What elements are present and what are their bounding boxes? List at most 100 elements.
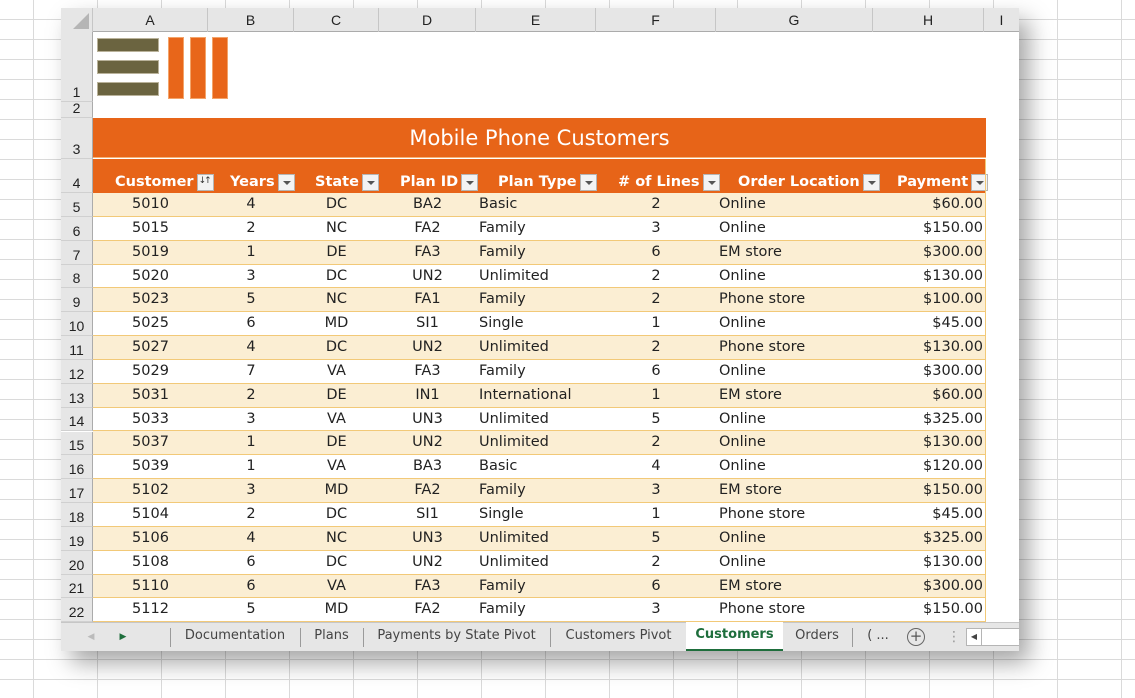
cell-years[interactable]: 1 — [208, 431, 294, 454]
cell-state[interactable]: VA — [294, 360, 379, 383]
row-header-15[interactable]: 15 — [61, 431, 93, 456]
cell-lines[interactable]: 2 — [596, 288, 716, 311]
cell-payment[interactable]: $150.00 — [873, 217, 983, 240]
cell-order-location[interactable]: Online — [719, 193, 869, 216]
cell-order-location[interactable]: Online — [719, 312, 869, 335]
cell-plan-type[interactable]: Unlimited — [479, 265, 599, 288]
horizontal-scrollbar[interactable]: ◀ — [966, 628, 1019, 646]
row-header-20[interactable]: 20 — [61, 550, 93, 575]
cell-state[interactable]: MD — [294, 479, 379, 502]
cell-plan-type[interactable]: Single — [479, 312, 599, 335]
select-all-corner[interactable] — [61, 8, 93, 32]
scroll-left-arrow-icon[interactable]: ◀ — [967, 629, 982, 645]
cell-years[interactable]: 6 — [208, 575, 294, 598]
add-sheet-button[interactable]: + — [907, 628, 925, 646]
cell-payment[interactable]: $130.00 — [873, 265, 983, 288]
column-header-i[interactable]: I — [984, 8, 1019, 32]
cell-customer[interactable]: 5027 — [93, 336, 208, 359]
cell-state[interactable]: NC — [294, 217, 379, 240]
cell-years[interactable]: 3 — [208, 479, 294, 502]
header-order-location[interactable]: Order Location — [738, 173, 880, 191]
cell-lines[interactable]: 6 — [596, 575, 716, 598]
cell-plan-id[interactable]: FA2 — [379, 479, 476, 502]
column-header-f[interactable]: F — [596, 8, 716, 32]
cell-plan-type[interactable]: Basic — [479, 193, 599, 216]
sort-ascending-icon[interactable] — [196, 173, 214, 191]
cell-payment[interactable]: $45.00 — [873, 312, 983, 335]
column-header-d[interactable]: D — [379, 8, 476, 32]
cell-state[interactable]: MD — [294, 598, 379, 621]
cell-payment[interactable]: $150.00 — [873, 479, 983, 502]
cell-lines[interactable]: 5 — [596, 408, 716, 431]
cell-plan-id[interactable]: UN3 — [379, 527, 476, 550]
filter-dropdown-icon[interactable] — [361, 173, 379, 191]
cell-plan-id[interactable]: FA3 — [379, 360, 476, 383]
row-header-5[interactable]: 5 — [61, 193, 93, 217]
cell-plan-type[interactable]: Family — [479, 217, 599, 240]
filter-dropdown-icon[interactable] — [461, 173, 479, 191]
cell-plan-type[interactable]: Family — [479, 575, 599, 598]
cell-years[interactable]: 4 — [208, 527, 294, 550]
cell-order-location[interactable]: Phone store — [719, 288, 869, 311]
row-header-3[interactable]: 3 — [61, 118, 93, 159]
cell-years[interactable]: 4 — [208, 193, 294, 216]
cell-order-location[interactable]: Online — [719, 527, 869, 550]
row-header-8[interactable]: 8 — [61, 264, 93, 289]
filter-dropdown-icon[interactable] — [702, 173, 720, 191]
header-plan-type[interactable]: Plan Type — [498, 173, 597, 191]
tab-split-handle-icon[interactable]: ⋮ — [947, 627, 961, 647]
cell-plan-id[interactable]: SI1 — [379, 503, 476, 526]
cell-plan-type[interactable]: Single — [479, 503, 599, 526]
cell-payment[interactable]: $60.00 — [873, 193, 983, 216]
header-years[interactable]: Years — [230, 173, 295, 191]
cell-years[interactable]: 7 — [208, 360, 294, 383]
row-header-14[interactable]: 14 — [61, 407, 93, 432]
cell-order-location[interactable]: EM store — [719, 479, 869, 502]
column-header-a[interactable]: A — [93, 8, 208, 32]
cell-state[interactable]: DE — [294, 431, 379, 454]
cell-plan-id[interactable]: BA3 — [379, 455, 476, 478]
cell-plan-type[interactable]: Unlimited — [479, 527, 599, 550]
row-header-18[interactable]: 18 — [61, 503, 93, 527]
cell-plan-id[interactable]: FA2 — [379, 598, 476, 621]
cell-years[interactable]: 6 — [208, 551, 294, 574]
cell-payment[interactable]: $300.00 — [873, 241, 983, 264]
sheet-tab-plans[interactable]: Plans — [301, 623, 362, 651]
cell-customer[interactable]: 5110 — [93, 575, 208, 598]
cell-customer[interactable]: 5104 — [93, 503, 208, 526]
row-header-22[interactable]: 22 — [61, 598, 93, 623]
cell-payment[interactable]: $150.00 — [873, 598, 983, 621]
cell-order-location[interactable]: Online — [719, 551, 869, 574]
cell-plan-id[interactable]: BA2 — [379, 193, 476, 216]
cell-payment[interactable]: $130.00 — [873, 431, 983, 454]
cell-plan-type[interactable]: Family — [479, 598, 599, 621]
cell-customer[interactable]: 5039 — [93, 455, 208, 478]
cell-plan-id[interactable]: FA3 — [379, 241, 476, 264]
cell-lines[interactable]: 3 — [596, 217, 716, 240]
sheet-tab-documentation[interactable]: Documentation — [171, 623, 299, 651]
cell-payment[interactable]: $45.00 — [873, 503, 983, 526]
cell-customer[interactable]: 5033 — [93, 408, 208, 431]
sheet-tab-orders[interactable]: Orders — [783, 623, 851, 651]
cell-order-location[interactable]: Online — [719, 431, 869, 454]
cell-plan-id[interactable]: SI1 — [379, 312, 476, 335]
cell-customer[interactable]: 5037 — [93, 431, 208, 454]
cell-years[interactable]: 5 — [208, 288, 294, 311]
header-customer[interactable]: Customer — [115, 173, 214, 191]
cell-lines[interactable]: 6 — [596, 241, 716, 264]
cell-payment[interactable]: $130.00 — [873, 336, 983, 359]
cell-plan-type[interactable]: Unlimited — [479, 551, 599, 574]
cell-state[interactable]: DC — [294, 265, 379, 288]
cell-plan-type[interactable]: Unlimited — [479, 431, 599, 454]
cell-state[interactable]: DC — [294, 503, 379, 526]
cell-lines[interactable]: 2 — [596, 193, 716, 216]
cell-order-location[interactable]: EM store — [719, 575, 869, 598]
cell-payment[interactable]: $120.00 — [873, 455, 983, 478]
cell-payment[interactable]: $130.00 — [873, 551, 983, 574]
cell-customer[interactable]: 5031 — [93, 384, 208, 407]
filter-dropdown-icon[interactable] — [579, 173, 597, 191]
column-header-b[interactable]: B — [208, 8, 294, 32]
cell-plan-type[interactable]: Basic — [479, 455, 599, 478]
cell-years[interactable]: 2 — [208, 503, 294, 526]
cell-order-location[interactable]: Online — [719, 265, 869, 288]
